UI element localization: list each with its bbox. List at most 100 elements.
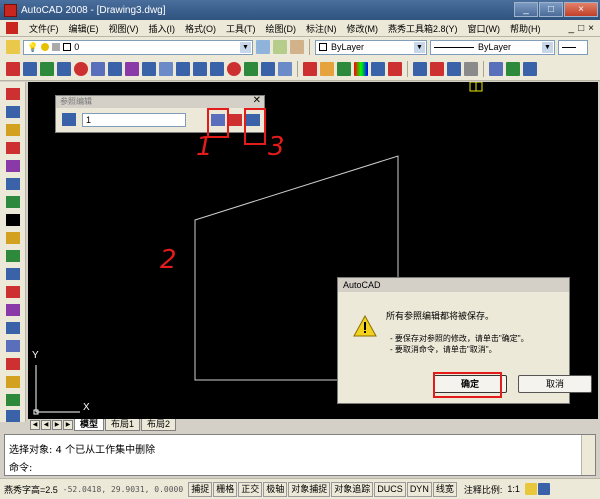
tool-icon[interactable]: [6, 268, 20, 280]
menu-yanxiu-toolbox[interactable]: 燕秀工具箱2.8(Y): [383, 22, 463, 35]
tool-icon[interactable]: [108, 61, 122, 76]
snap-toggle[interactable]: 捕捉: [188, 481, 213, 497]
doc-close-button[interactable]: ×: [588, 23, 594, 34]
tool-icon[interactable]: [6, 124, 20, 136]
tool-icon[interactable]: [371, 61, 385, 76]
tool-icon[interactable]: [6, 322, 20, 334]
tool-icon[interactable]: [23, 61, 37, 76]
menu-modify[interactable]: 修改(M): [342, 22, 384, 35]
tool-icon[interactable]: [320, 61, 334, 76]
tool-icon[interactable]: [6, 340, 20, 352]
tool-icon[interactable]: [159, 61, 173, 76]
tool-icon[interactable]: [6, 214, 20, 226]
close-button[interactable]: ×: [564, 2, 598, 17]
annotation-scale-value[interactable]: 1:1: [507, 484, 520, 494]
tool-icon[interactable]: [6, 394, 20, 406]
tool-icon[interactable]: [464, 61, 478, 76]
otrack-toggle[interactable]: 对象追踪: [331, 481, 374, 497]
reference-name-field[interactable]: 1: [82, 113, 186, 127]
next-tab-icon[interactable]: ▶: [52, 420, 62, 430]
tool-icon[interactable]: [176, 61, 190, 76]
tool-icon[interactable]: [6, 61, 20, 76]
tool-icon[interactable]: [57, 61, 71, 76]
clean-screen-icon[interactable]: [537, 483, 550, 495]
tool-icon[interactable]: [6, 106, 20, 118]
tool-icon[interactable]: [74, 61, 88, 76]
edit-reference-icon[interactable]: [62, 113, 76, 126]
tool-icon[interactable]: [6, 196, 20, 208]
menu-format[interactable]: 格式(O): [180, 22, 221, 35]
tool-icon[interactable]: [91, 61, 105, 76]
tool-icon[interactable]: [6, 160, 20, 172]
color-combo[interactable]: ByLayer ▼: [315, 39, 427, 55]
tab-layout1[interactable]: 布局1: [105, 419, 141, 431]
command-scrollbar[interactable]: [581, 435, 595, 475]
doc-minimize-button[interactable]: _: [569, 23, 575, 34]
tool-icon[interactable]: [40, 61, 54, 76]
close-icon[interactable]: ✕: [253, 95, 261, 106]
tool-icon[interactable]: [303, 61, 317, 76]
menu-tools[interactable]: 工具(T): [221, 22, 261, 35]
cancel-button[interactable]: 取消: [518, 375, 592, 393]
menu-file[interactable]: 文件(F): [24, 22, 64, 35]
menu-draw[interactable]: 绘图(D): [261, 22, 302, 35]
tool-icon[interactable]: [430, 61, 444, 76]
line-tool-icon[interactable]: [6, 88, 20, 100]
tool-icon[interactable]: [142, 61, 156, 76]
autocad-app-icon[interactable]: [4, 3, 17, 17]
tool-icon[interactable]: [6, 286, 20, 298]
tab-model[interactable]: 模型: [74, 419, 105, 431]
tool-icon[interactable]: [6, 232, 20, 244]
last-tab-icon[interactable]: ▶: [63, 420, 73, 430]
color-tool-icon[interactable]: [354, 61, 368, 76]
command-window[interactable]: 选择对象: 4 个已从工作集中删除 命令:: [4, 434, 596, 476]
tool-icon[interactable]: [523, 61, 537, 76]
layer-previous-icon[interactable]: [273, 40, 287, 54]
layer-manager-icon[interactable]: [6, 40, 20, 54]
menu-dimension[interactable]: 标注(N): [301, 22, 342, 35]
menu-edit[interactable]: 编辑(E): [64, 22, 104, 35]
chevron-down-icon[interactable]: ▼: [542, 41, 553, 53]
doc-restore-button[interactable]: □: [578, 23, 584, 34]
ducs-toggle[interactable]: DUCS: [374, 481, 406, 497]
tool-icon[interactable]: [6, 376, 20, 388]
cursor-coordinates[interactable]: -52.0418, 29.9031, 0.0000: [63, 485, 183, 494]
menu-view[interactable]: 视图(V): [104, 22, 144, 35]
dyn-toggle[interactable]: DYN: [406, 481, 432, 497]
menu-insert[interactable]: 插入(I): [144, 22, 181, 35]
tool-icon[interactable]: [6, 358, 20, 370]
layer-combo[interactable]: 💡 0 ▼: [23, 39, 253, 55]
prev-tab-icon[interactable]: ◀: [41, 420, 51, 430]
tool-icon[interactable]: [261, 61, 275, 76]
tool-icon[interactable]: [125, 61, 139, 76]
tool-icon[interactable]: [6, 142, 20, 154]
tool-icon[interactable]: [227, 61, 241, 76]
tool-icon[interactable]: [6, 250, 20, 262]
polar-toggle[interactable]: 极轴: [263, 481, 288, 497]
tool-icon[interactable]: [6, 178, 20, 190]
tool-icon[interactable]: [6, 304, 20, 316]
tool-icon[interactable]: [6, 410, 20, 422]
minimize-button[interactable]: _: [514, 2, 538, 17]
document-icon[interactable]: [6, 22, 18, 34]
tool-icon[interactable]: [193, 61, 207, 76]
tool-icon[interactable]: [506, 61, 520, 76]
menu-window[interactable]: 窗口(W): [463, 22, 506, 35]
first-tab-icon[interactable]: ◀: [30, 420, 40, 430]
tab-layout2[interactable]: 布局2: [141, 419, 177, 431]
osnap-toggle[interactable]: 对象捕捉: [288, 481, 331, 497]
command-prompt[interactable]: 命令:: [9, 459, 32, 474]
grid-toggle[interactable]: 栅格: [213, 481, 238, 497]
tool-icon[interactable]: [278, 61, 292, 76]
tool-icon[interactable]: [447, 61, 461, 76]
linetype-combo[interactable]: ByLayer ▼: [430, 39, 555, 55]
tool-icon[interactable]: [244, 61, 258, 76]
chevron-down-icon[interactable]: ▼: [240, 41, 251, 53]
tool-icon[interactable]: [337, 61, 351, 76]
tool-icon[interactable]: [489, 61, 503, 76]
remove-from-workset-icon[interactable]: [228, 114, 242, 126]
layer-state-icon[interactable]: [290, 40, 304, 54]
tool-icon[interactable]: [210, 61, 224, 76]
lock-icon[interactable]: [524, 483, 537, 495]
maximize-button[interactable]: □: [539, 2, 563, 17]
